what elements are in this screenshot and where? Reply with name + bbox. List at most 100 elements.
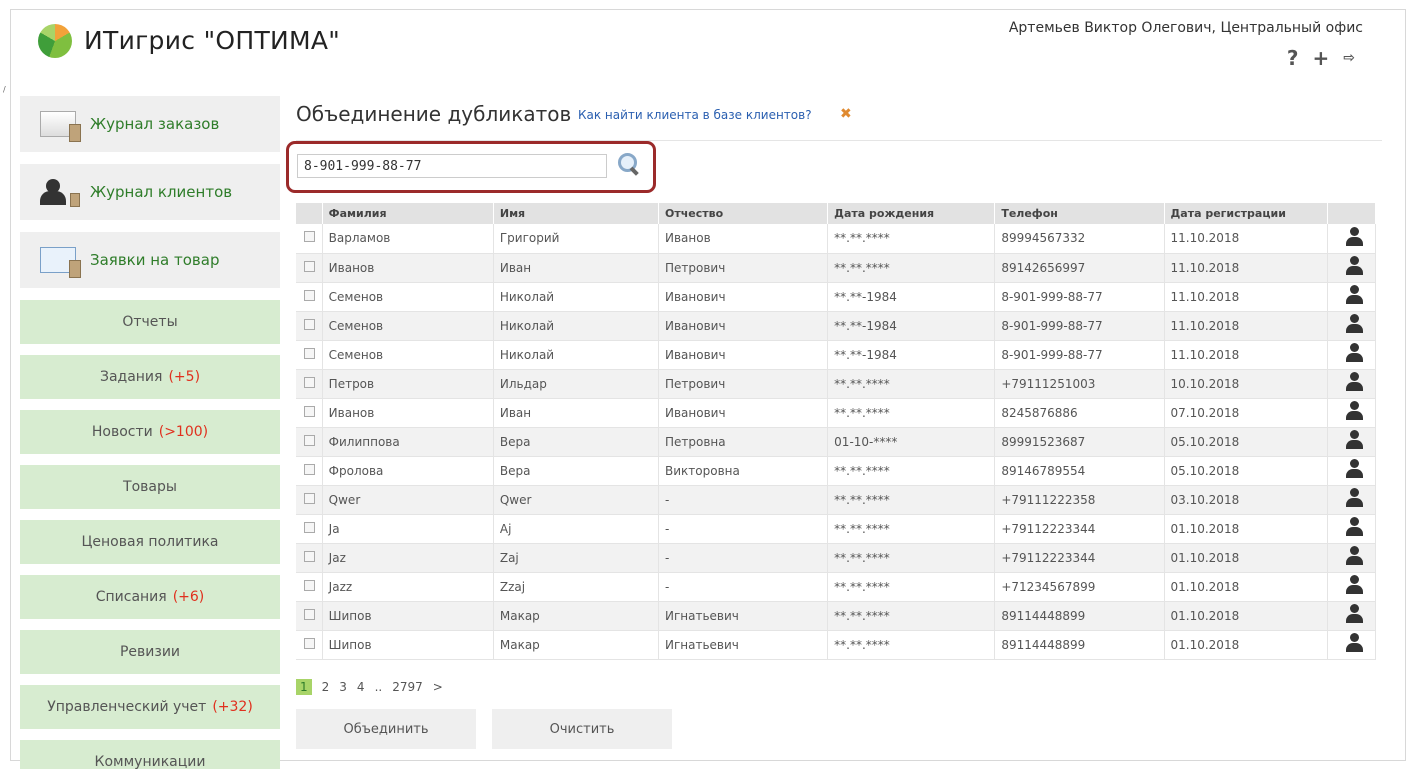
user-profile-icon[interactable] [1345, 575, 1364, 595]
table-cell: Макар [493, 630, 660, 660]
sidebar-item-audits[interactable]: Ревизии [20, 630, 280, 674]
table-cell: 03.10.2018 [1164, 485, 1328, 515]
table-cell: +79112223344 [994, 514, 1165, 544]
row-checkbox[interactable] [304, 376, 315, 388]
table-row[interactable]: Шипов Макар Игнатьевич **.**.**** 8911444889… [296, 630, 1377, 660]
column-header[interactable]: Дата рождения [827, 203, 996, 224]
clear-button[interactable]: Очистить [492, 709, 672, 749]
user-info[interactable]: Артемьев Виктор Олегович, Центральный оф… [1009, 20, 1363, 36]
table-cell: Иванович [658, 340, 829, 370]
user-profile-icon[interactable] [1345, 343, 1364, 363]
table-row[interactable]: Семенов Николай Иванович **.**-1984 8-901-99… [296, 311, 1377, 341]
page-current[interactable]: 1 [296, 679, 312, 695]
sidebar-item-news[interactable]: Новости (>100) [20, 410, 280, 454]
user-profile-icon[interactable] [1345, 488, 1364, 508]
table-cell: Вера [493, 427, 660, 457]
page-link[interactable]: 3 [339, 680, 347, 694]
sidebar-item-management-accounting[interactable]: Управленческий учет (+32) [20, 685, 280, 729]
table-cell: +79112223344 [994, 543, 1165, 573]
column-header[interactable]: Отчество [658, 203, 829, 224]
user-profile-icon[interactable] [1345, 256, 1364, 276]
row-checkbox[interactable] [304, 637, 315, 649]
user-profile-icon[interactable] [1345, 372, 1364, 392]
sidebar-item-write-offs[interactable]: Списания (+6) [20, 575, 280, 619]
row-checkbox[interactable] [304, 231, 315, 243]
table-cell: 11.10.2018 [1164, 253, 1328, 283]
user-profile-icon[interactable] [1345, 401, 1364, 421]
page-link[interactable]: 2 [322, 680, 330, 694]
user-profile-icon[interactable] [1345, 459, 1364, 479]
table-row[interactable]: Шипов Макар Игнатьевич **.**.**** 8911444889… [296, 601, 1377, 631]
close-help-icon[interactable]: ✖ [840, 106, 852, 122]
table-row[interactable]: Петров Ильдар Петрович **.**.**** +791112510… [296, 369, 1377, 399]
table-row[interactable]: Фролова Вера Викторовна **.**.**** 891467895… [296, 456, 1377, 486]
row-checkbox[interactable] [304, 347, 315, 359]
user-profile-icon[interactable] [1345, 430, 1364, 450]
table-row[interactable]: Иванов Иван Петрович **.**.**** 89142656997 1… [296, 253, 1377, 283]
table-cell: Николай [493, 340, 660, 370]
page-link[interactable]: 4 [357, 680, 365, 694]
sidebar-item-reports[interactable]: Отчеты [20, 300, 280, 344]
page-link-last[interactable]: 2797 [392, 680, 423, 694]
table-cell: Qwer [493, 485, 660, 515]
sidebar-item-communications[interactable]: Коммуникации [20, 740, 280, 769]
user-profile-icon[interactable] [1345, 285, 1364, 305]
sidebar-item-label: Ревизии [119, 644, 181, 660]
row-checkbox[interactable] [304, 318, 315, 330]
exit-icon[interactable]: ⇨ [1343, 50, 1355, 70]
column-header[interactable]: Дата регистрации [1164, 203, 1328, 224]
column-header[interactable]: Телефон [994, 203, 1165, 224]
sidebar-item-label: Новости [91, 424, 153, 440]
row-checkbox[interactable] [304, 579, 315, 591]
sidebar-item-label: Ценовая политика [81, 534, 219, 550]
row-checkbox[interactable] [304, 521, 315, 533]
table-cell: 8-901-999-88-77 [994, 340, 1165, 370]
user-profile-icon[interactable] [1345, 633, 1364, 653]
user-profile-icon[interactable] [1345, 546, 1364, 566]
table-cell: 11.10.2018 [1164, 224, 1328, 254]
search-icon[interactable] [617, 152, 639, 174]
sidebar-item-product-requests[interactable]: Заявки на товар [20, 232, 280, 288]
table-row[interactable]: Ja Aj - **.**.**** +79112223344 01.10.2018 [296, 514, 1377, 544]
table-row[interactable]: Иванов Иван Иванович **.**.**** 8245876886 07… [296, 398, 1377, 428]
user-profile-icon[interactable] [1345, 517, 1364, 537]
help-link[interactable]: Как найти клиента в базе клиентов? [578, 108, 812, 122]
row-checkbox[interactable] [304, 405, 315, 417]
row-select-cell [296, 572, 323, 602]
table-cell: Шипов [322, 601, 494, 631]
table-cell: 01.10.2018 [1164, 601, 1328, 631]
merge-button[interactable]: Объединить [296, 709, 476, 749]
table-row[interactable]: Семенов Николай Иванович **.**-1984 8-901-99… [296, 282, 1377, 312]
table-row[interactable]: Jaz Zaj - **.**.**** +79112223344 01.10.2018 [296, 543, 1377, 573]
page-ellipsis: .. [374, 680, 383, 694]
sidebar-item-order-journal[interactable]: Журнал заказов [20, 96, 280, 152]
row-checkbox[interactable] [304, 463, 315, 475]
row-checkbox[interactable] [304, 492, 315, 504]
user-profile-icon[interactable] [1345, 226, 1364, 247]
column-header[interactable]: Фамилия [322, 203, 494, 224]
table-row[interactable]: Jazz Zzaj - **.**.**** +71234567899 01.10.201… [296, 572, 1377, 602]
column-header[interactable]: Имя [493, 203, 660, 224]
table-row[interactable]: Семенов Николай Иванович **.**-1984 8-901-99… [296, 340, 1377, 370]
row-checkbox[interactable] [304, 260, 315, 272]
sidebar-item-label: Задания [99, 369, 163, 385]
help-icon[interactable]: ? [1287, 46, 1299, 70]
sidebar-item-products[interactable]: Товары [20, 465, 280, 509]
sidebar-item-pricing[interactable]: Ценовая политика [20, 520, 280, 564]
table-row[interactable]: Варламов Григорий Иванов **.**.**** 89994567… [296, 224, 1377, 254]
plus-icon[interactable]: + [1313, 46, 1330, 70]
user-profile-icon[interactable] [1345, 314, 1364, 334]
table-row[interactable]: Филиппова Вера Петровна 01-10-**** 899915236… [296, 427, 1377, 457]
search-input[interactable] [297, 154, 607, 178]
table-row[interactable]: Qwer Qwer - **.**.**** +79111222358 03.10.201… [296, 485, 1377, 515]
sidebar-item-tasks[interactable]: Задания (+5) [20, 355, 280, 399]
table-body: Варламов Григорий Иванов **.**.**** 89994567… [296, 224, 1377, 660]
row-checkbox[interactable] [304, 550, 315, 562]
sidebar-item-client-journal[interactable]: Журнал клиентов [20, 164, 280, 220]
row-checkbox[interactable] [304, 608, 315, 620]
page-next[interactable]: > [433, 680, 443, 694]
row-checkbox[interactable] [304, 434, 315, 446]
table-cell: Николай [493, 311, 660, 341]
user-profile-icon[interactable] [1345, 604, 1364, 624]
row-checkbox[interactable] [304, 289, 315, 301]
